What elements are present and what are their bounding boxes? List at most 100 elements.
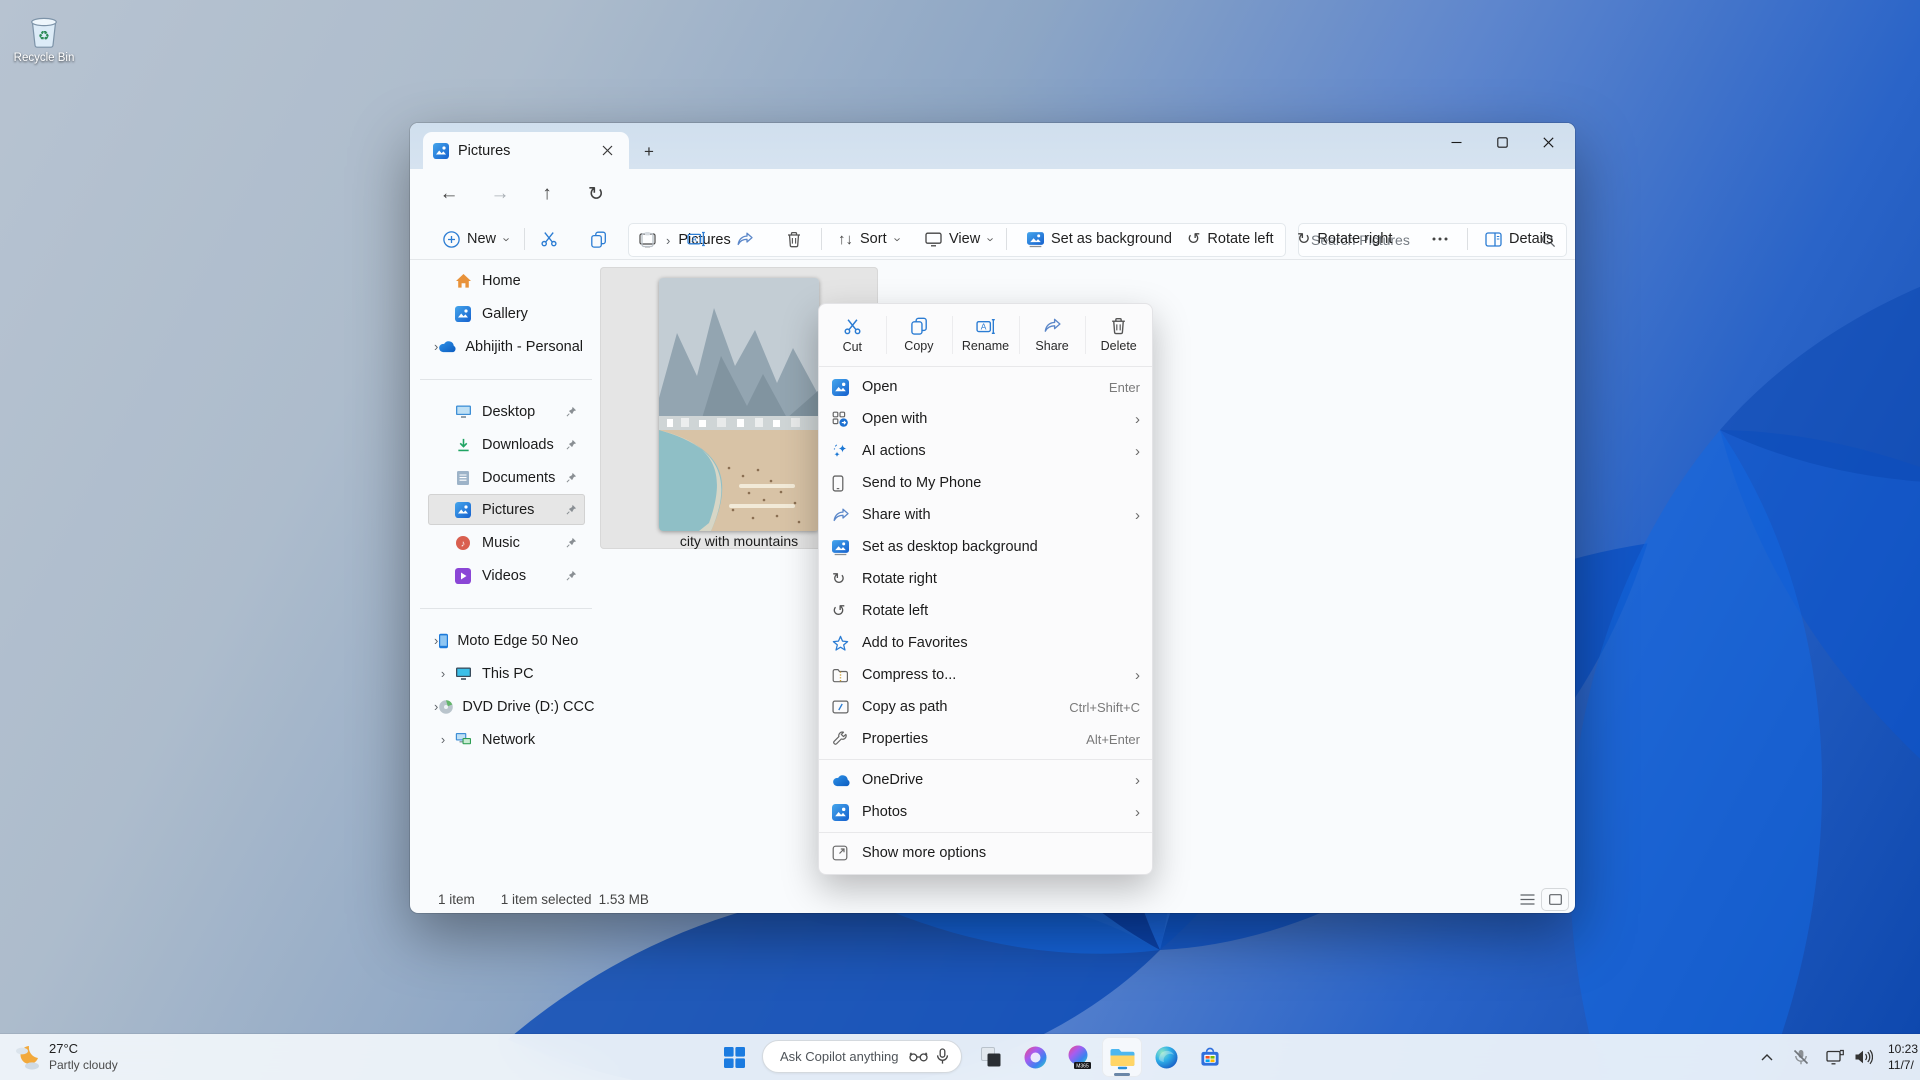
new-tab-button[interactable]: + (636, 139, 662, 165)
sidebar-item-desktop[interactable]: Desktop (428, 396, 585, 427)
sidebar-item-videos[interactable]: Videos (428, 560, 585, 591)
zip-folder-icon (832, 668, 862, 683)
wrench-icon (832, 731, 862, 747)
refresh-button[interactable]: ↻ (579, 177, 613, 211)
ellipsis-icon (1432, 237, 1448, 241)
sort-button[interactable]: ↑↓ Sort› (829, 223, 909, 255)
sidebar-item-gallery[interactable]: Gallery (428, 298, 585, 329)
volume-icon[interactable] (1848, 1037, 1878, 1077)
microphone-icon[interactable] (936, 1048, 949, 1065)
windows-logo-icon (724, 1047, 745, 1068)
rotate-right-button[interactable]: ↻ Rotate right (1288, 223, 1401, 255)
sidebar-item-pictures[interactable]: Pictures (428, 494, 585, 525)
sidebar-item-network[interactable]: › Network (428, 724, 585, 755)
tab-bar: Pictures + (410, 123, 1575, 169)
tab-pictures[interactable]: Pictures (423, 132, 629, 169)
menu-item-ai-actions[interactable]: AI actions › (819, 435, 1152, 467)
taskbar: 27°C Partly cloudy M365 (0, 1034, 1920, 1080)
start-button[interactable] (714, 1037, 754, 1077)
thumbnail-view-toggle[interactable] (1542, 889, 1568, 910)
back-button[interactable]: ← (432, 177, 466, 211)
menu-item-show-more-options[interactable]: Show more options (819, 837, 1152, 869)
cut-button[interactable] (530, 223, 568, 255)
weather-condition: Partly cloudy (49, 1058, 118, 1073)
svg-text:♻: ♻ (38, 28, 50, 43)
menu-item-copy-as-path[interactable]: Copy as path Ctrl+Shift+C (819, 691, 1152, 723)
sidebar-item-dvd-drive[interactable]: › DVD Drive (D:) CCC (428, 691, 585, 722)
menu-item-send-to-my-phone[interactable]: Send to My Phone (819, 467, 1152, 499)
minimize-button[interactable] (1433, 123, 1479, 161)
rename-quick-action[interactable]: A Rename (952, 304, 1019, 366)
copilot-search-box[interactable] (762, 1040, 962, 1073)
menu-item-set-as-desktop-background[interactable]: Set as desktop background (819, 531, 1152, 563)
copilot-icon[interactable] (1015, 1037, 1055, 1077)
sidebar-item-this-pc[interactable]: › This PC (428, 658, 585, 689)
this-pc-icon (452, 666, 474, 681)
maximize-button[interactable] (1479, 123, 1525, 161)
rotate-left-icon: ↺ (832, 601, 862, 621)
menu-item-rotate-left[interactable]: ↺ Rotate left (819, 595, 1152, 627)
share-button[interactable] (726, 223, 764, 255)
more-options-button[interactable] (1421, 223, 1459, 255)
menu-item-open[interactable]: Open Enter (819, 371, 1152, 403)
sidebar-item-documents[interactable]: Documents (428, 462, 585, 493)
chevron-right-icon[interactable]: › (434, 666, 452, 681)
sidebar-item-home[interactable]: Home (428, 265, 585, 296)
tab-close-icon[interactable] (595, 139, 619, 163)
sidebar-item-music[interactable]: ♪ Music (428, 527, 585, 558)
sidebar-item-onedrive-personal[interactable]: › Abhijith - Personal (428, 331, 585, 362)
view-button[interactable]: View› (916, 223, 1003, 255)
list-view-toggle[interactable] (1514, 889, 1540, 910)
menu-item-add-to-favorites[interactable]: Add to Favorites (819, 627, 1152, 659)
photos-app-icon (832, 804, 862, 821)
file-explorer-icon[interactable] (1102, 1037, 1142, 1077)
weather-widget[interactable]: 27°C Partly cloudy (12, 1034, 118, 1080)
menu-item-rotate-right[interactable]: ↻ Rotate right (819, 563, 1152, 595)
mic-muted-icon[interactable] (1786, 1037, 1816, 1077)
tray-chevron-up-icon[interactable] (1752, 1037, 1782, 1077)
chevron-right-icon[interactable]: › (434, 732, 452, 747)
copilot-search-input[interactable] (778, 1048, 901, 1065)
menu-item-photos[interactable]: Photos › (819, 796, 1152, 828)
sparkles-icon (832, 443, 862, 460)
submenu-chevron-icon: › (1135, 443, 1140, 460)
menu-item-open-with[interactable]: Open with › (819, 403, 1152, 435)
forward-button[interactable]: → (483, 177, 517, 211)
cut-quick-action[interactable]: Cut (819, 304, 886, 366)
weather-temperature: 27°C (49, 1041, 118, 1057)
edge-icon[interactable] (1146, 1037, 1186, 1077)
menu-item-onedrive[interactable]: OneDrive › (819, 764, 1152, 796)
new-button[interactable]: New› (434, 223, 518, 255)
phone-outline-icon (832, 475, 862, 492)
show-more-icon (832, 845, 862, 861)
task-view-icon[interactable] (971, 1037, 1011, 1077)
microsoft-store-icon[interactable] (1190, 1037, 1230, 1077)
menu-item-compress-to[interactable]: Compress to... › (819, 659, 1152, 691)
pin-icon (566, 537, 577, 548)
gallery-icon (452, 306, 474, 322)
monitor-icon (925, 232, 942, 247)
network-icon[interactable] (1820, 1037, 1850, 1077)
rename-button[interactable]: A (677, 223, 715, 255)
details-button[interactable]: Details (1476, 223, 1562, 255)
clock[interactable]: 10:23 11/7/ (1888, 1042, 1918, 1073)
copy-button[interactable] (579, 223, 617, 255)
sidebar-item-moto-edge[interactable]: › Moto Edge 50 Neo (428, 625, 585, 656)
delete-button[interactable] (775, 223, 813, 255)
menu-item-properties[interactable]: Properties Alt+Enter (819, 723, 1152, 755)
visual-search-glasses-icon[interactable] (909, 1050, 928, 1063)
close-button[interactable] (1525, 123, 1571, 161)
network-icon (452, 732, 474, 747)
copy-quick-action[interactable]: Copy (886, 304, 953, 366)
paste-button[interactable] (628, 223, 666, 255)
delete-quick-action[interactable]: Delete (1085, 304, 1152, 366)
menu-item-share-with[interactable]: Share with › (819, 499, 1152, 531)
recycle-bin-shortcut[interactable]: ♻ Recycle Bin (8, 10, 80, 64)
up-button[interactable]: ↑ (530, 177, 564, 211)
sidebar-item-downloads[interactable]: Downloads (428, 429, 585, 460)
set-as-background-button[interactable]: Set as background (1018, 223, 1181, 255)
context-menu: Cut Copy A Rename Share Delete Open Ente… (818, 303, 1153, 875)
m365-copilot-icon[interactable]: M365 (1058, 1037, 1098, 1077)
rotate-left-button[interactable]: ↺ Rotate left (1178, 223, 1283, 255)
share-quick-action[interactable]: Share (1019, 304, 1086, 366)
